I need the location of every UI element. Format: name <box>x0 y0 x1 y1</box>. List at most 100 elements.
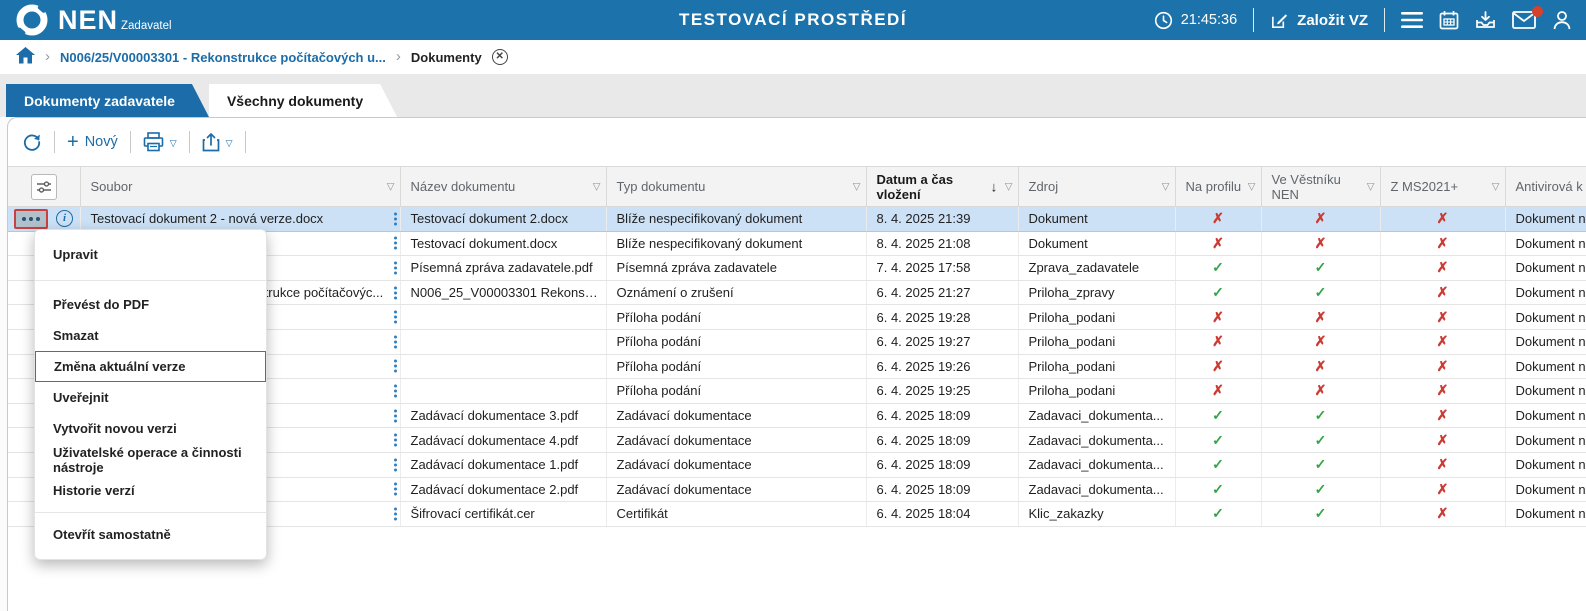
filter-icon[interactable]: ▽ <box>1367 179 1375 194</box>
nen-logo[interactable]: NEN Zadavatel <box>14 2 172 38</box>
drag-handle-icon[interactable] <box>394 483 397 496</box>
user-profile-button[interactable] <box>1552 10 1572 30</box>
cross-icon: ✗ <box>1437 210 1449 226</box>
source-cell: Priloha_podani <box>1018 329 1175 354</box>
filter-icon[interactable]: ▽ <box>1492 179 1500 194</box>
column-header-datum[interactable]: Datum a čas vložení ↓ ▽ <box>866 167 1018 207</box>
ms2021-cell: ✗ <box>1380 452 1505 477</box>
column-settings-header[interactable] <box>8 167 80 207</box>
calendar-button[interactable] <box>1439 10 1459 30</box>
downloads-button[interactable] <box>1475 10 1496 30</box>
divider <box>130 131 131 153</box>
filter-icon[interactable]: ▽ <box>1162 179 1170 194</box>
column-header-typ[interactable]: Typ dokumentu ▽ <box>606 167 866 207</box>
home-button[interactable] <box>16 47 35 67</box>
drag-handle-icon[interactable] <box>394 434 397 447</box>
menu-item-otev-t-samostatn-[interactable]: Otevřít samostatně <box>35 519 266 550</box>
create-vz-button[interactable]: Založit VZ <box>1270 11 1368 30</box>
menu-item-uve-ejnit[interactable]: Uveřejnit <box>35 382 266 413</box>
column-header-antivir[interactable]: Antivirová k <box>1505 167 1586 207</box>
drag-handle-icon[interactable] <box>394 409 397 422</box>
drag-handle-icon[interactable] <box>394 360 397 373</box>
document-name-cell: Písemná zpráva zadavatele.pdf <box>400 256 606 281</box>
document-type-cell: Zadávací dokumentace <box>606 403 866 428</box>
filter-icon[interactable]: ▽ <box>1005 179 1013 194</box>
ve-vestniku-cell: ✗ <box>1261 354 1380 379</box>
filter-icon[interactable]: ▽ <box>853 179 861 194</box>
messages-button[interactable] <box>1512 11 1536 29</box>
menu-item-vytvo-it-novou-verzi[interactable]: Vytvořit novou verzi <box>35 413 266 444</box>
antivirus-cell: Dokument ne <box>1505 329 1586 354</box>
menu-item-upravit[interactable]: Upravit <box>35 239 266 270</box>
export-button[interactable]: ▽ <box>202 132 233 152</box>
cross-icon: ✗ <box>1437 481 1449 497</box>
column-header-vestnik[interactable]: Ve Věstníku NEN ▽ <box>1261 167 1380 207</box>
check-icon: ✓ <box>1315 259 1327 275</box>
tab-vsechny-dokumenty[interactable]: Všechny dokumenty <box>209 84 397 117</box>
antivirus-cell: Dokument ne <box>1505 305 1586 330</box>
top-bar: NEN Zadavatel TESTOVACÍ PROSTŘEDÍ 21:45:… <box>0 0 1586 40</box>
breadcrumb-parent-link[interactable]: N006/25/V00003301 - Rekonstrukce počítač… <box>60 50 386 65</box>
menu-item-u-ivatelsk-operace-a-innosti-n-stroje[interactable]: Uživatelské operace a činnosti nástroje <box>35 444 266 475</box>
drag-handle-icon[interactable] <box>394 212 397 225</box>
menu-item-zm-na-aktu-ln-verze[interactable]: Změna aktuální verze <box>35 351 266 382</box>
info-icon[interactable]: i <box>56 210 73 227</box>
menu-item-smazat[interactable]: Smazat <box>35 320 266 351</box>
tab-dokumenty-zadavatele[interactable]: Dokumenty zadavatele <box>6 84 209 117</box>
drag-handle-icon[interactable] <box>394 458 397 471</box>
close-tab-icon[interactable]: ✕ <box>492 49 508 65</box>
table-row[interactable]: iTestovací dokument 2 - nová verze.docxT… <box>8 207 1586 232</box>
chevron-icon: › <box>396 48 401 65</box>
new-document-button[interactable]: + Nový <box>67 134 118 150</box>
sort-desc-icon[interactable]: ↓ <box>991 179 998 194</box>
drag-handle-icon[interactable] <box>394 507 397 520</box>
filter-icon[interactable]: ▽ <box>387 179 395 194</box>
column-header-soubor[interactable]: Soubor ▽ <box>80 167 400 207</box>
cross-icon: ✗ <box>1315 210 1327 226</box>
drag-handle-icon[interactable] <box>394 261 397 274</box>
antivirus-cell: Dokument ne <box>1505 428 1586 453</box>
document-type-cell: Zadávací dokumentace <box>606 477 866 502</box>
column-header-na-profilu[interactable]: Na profilu ▽ <box>1175 167 1261 207</box>
drag-handle-icon[interactable] <box>394 286 397 299</box>
cross-icon: ✗ <box>1315 235 1327 251</box>
na-profilu-cell: ✓ <box>1175 403 1261 428</box>
column-header-zdroj[interactable]: Zdroj ▽ <box>1018 167 1175 207</box>
date-cell: 6. 4. 2025 18:09 <box>866 403 1018 428</box>
ms2021-cell: ✗ <box>1380 379 1505 404</box>
document-name-cell: Zadávací dokumentace 2.pdf <box>400 477 606 502</box>
filter-icon[interactable]: ▽ <box>1248 179 1256 194</box>
na-profilu-cell: ✗ <box>1175 329 1261 354</box>
menu-item-historie-verz-[interactable]: Historie verzí <box>35 475 266 506</box>
cross-icon: ✗ <box>1315 333 1327 349</box>
drag-handle-icon[interactable] <box>394 311 397 324</box>
document-type-cell: Příloha podání <box>606 329 866 354</box>
print-button[interactable]: ▽ <box>143 132 177 152</box>
chevron-icon: › <box>45 48 50 65</box>
refresh-button[interactable] <box>22 132 42 152</box>
cross-icon: ✗ <box>1212 235 1224 251</box>
date-cell: 8. 4. 2025 21:08 <box>866 231 1018 256</box>
row-actions-button[interactable] <box>14 209 48 229</box>
new-label: Nový <box>85 134 118 150</box>
column-header-nazev[interactable]: Název dokumentu ▽ <box>400 167 606 207</box>
column-header-ms2021[interactable]: Z MS2021+ ▽ <box>1380 167 1505 207</box>
document-name-cell: Zadávací dokumentace 3.pdf <box>400 403 606 428</box>
ms2021-cell: ✗ <box>1380 403 1505 428</box>
document-name-cell <box>400 329 606 354</box>
ve-vestniku-cell: ✓ <box>1261 403 1380 428</box>
clock-icon <box>1154 11 1173 30</box>
menu-item-p-ev-st-do-pdf[interactable]: Převést do PDF <box>35 289 266 320</box>
document-name-cell: N006_25_V00003301 Rekonstr... <box>400 280 606 305</box>
drag-handle-icon[interactable] <box>394 335 397 348</box>
drag-handle-icon[interactable] <box>394 384 397 397</box>
filter-icon[interactable]: ▽ <box>593 179 601 194</box>
antivirus-cell: Dokument ne <box>1505 207 1586 232</box>
main-menu-button[interactable] <box>1401 11 1423 29</box>
ms2021-cell: ✗ <box>1380 354 1505 379</box>
drag-handle-icon[interactable] <box>394 237 397 250</box>
cross-icon: ✗ <box>1437 432 1449 448</box>
edit-icon <box>1270 11 1289 30</box>
column-settings-icon[interactable] <box>31 174 57 200</box>
cross-icon: ✗ <box>1212 333 1224 349</box>
